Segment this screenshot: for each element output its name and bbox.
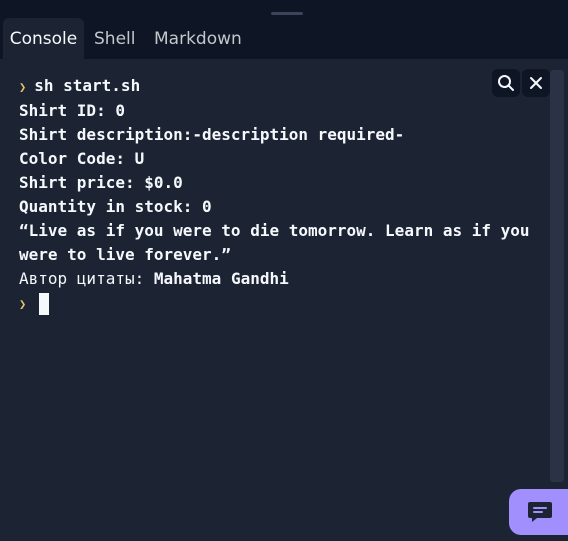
input-line[interactable]: ❯ <box>19 291 553 315</box>
chat-button[interactable] <box>509 489 568 535</box>
output-line: Quantity in stock: 0 <box>19 197 212 216</box>
author-line: Автор цитаты: Mahatma Gandhi <box>19 267 553 291</box>
chat-bubble-icon <box>528 502 552 522</box>
tab-bar: Console Shell Markdown <box>0 18 568 60</box>
close-icon <box>530 77 542 89</box>
output-line: Shirt description:-description required- <box>19 125 405 144</box>
output-line: Color Code: U <box>19 149 145 168</box>
close-button[interactable] <box>522 69 550 97</box>
command-text: sh start.sh <box>34 76 141 95</box>
resize-handle[interactable] <box>271 12 303 15</box>
top-bar <box>0 0 568 18</box>
quote-text: “Live as if you were to die tomorrow. Le… <box>19 221 540 264</box>
command-line: ❯ sh start.sh <box>19 74 553 99</box>
scrollbar[interactable] <box>550 70 564 482</box>
tab-markdown[interactable]: Markdown <box>154 18 242 60</box>
console-lines: ❯ sh start.sh Shirt ID: 0 Shirt descripti… <box>19 74 553 315</box>
output-line: Shirt price: $0.0 <box>19 173 183 192</box>
tab-console[interactable]: Console <box>3 18 84 60</box>
console-output-panel[interactable]: ❯ sh start.sh Shirt ID: 0 Shirt descripti… <box>0 60 568 541</box>
author-label: Автор цитаты: <box>19 269 145 288</box>
chevron-right-icon: ❯ <box>19 297 27 311</box>
output-line: Shirt ID: 0 <box>19 101 125 120</box>
author-name: Mahatma Gandhi <box>153 269 289 288</box>
chevron-right-icon: ❯ <box>19 80 27 94</box>
search-button[interactable] <box>492 69 520 97</box>
search-icon <box>498 75 514 91</box>
tab-shell[interactable]: Shell <box>94 18 135 60</box>
text-cursor <box>39 293 49 315</box>
